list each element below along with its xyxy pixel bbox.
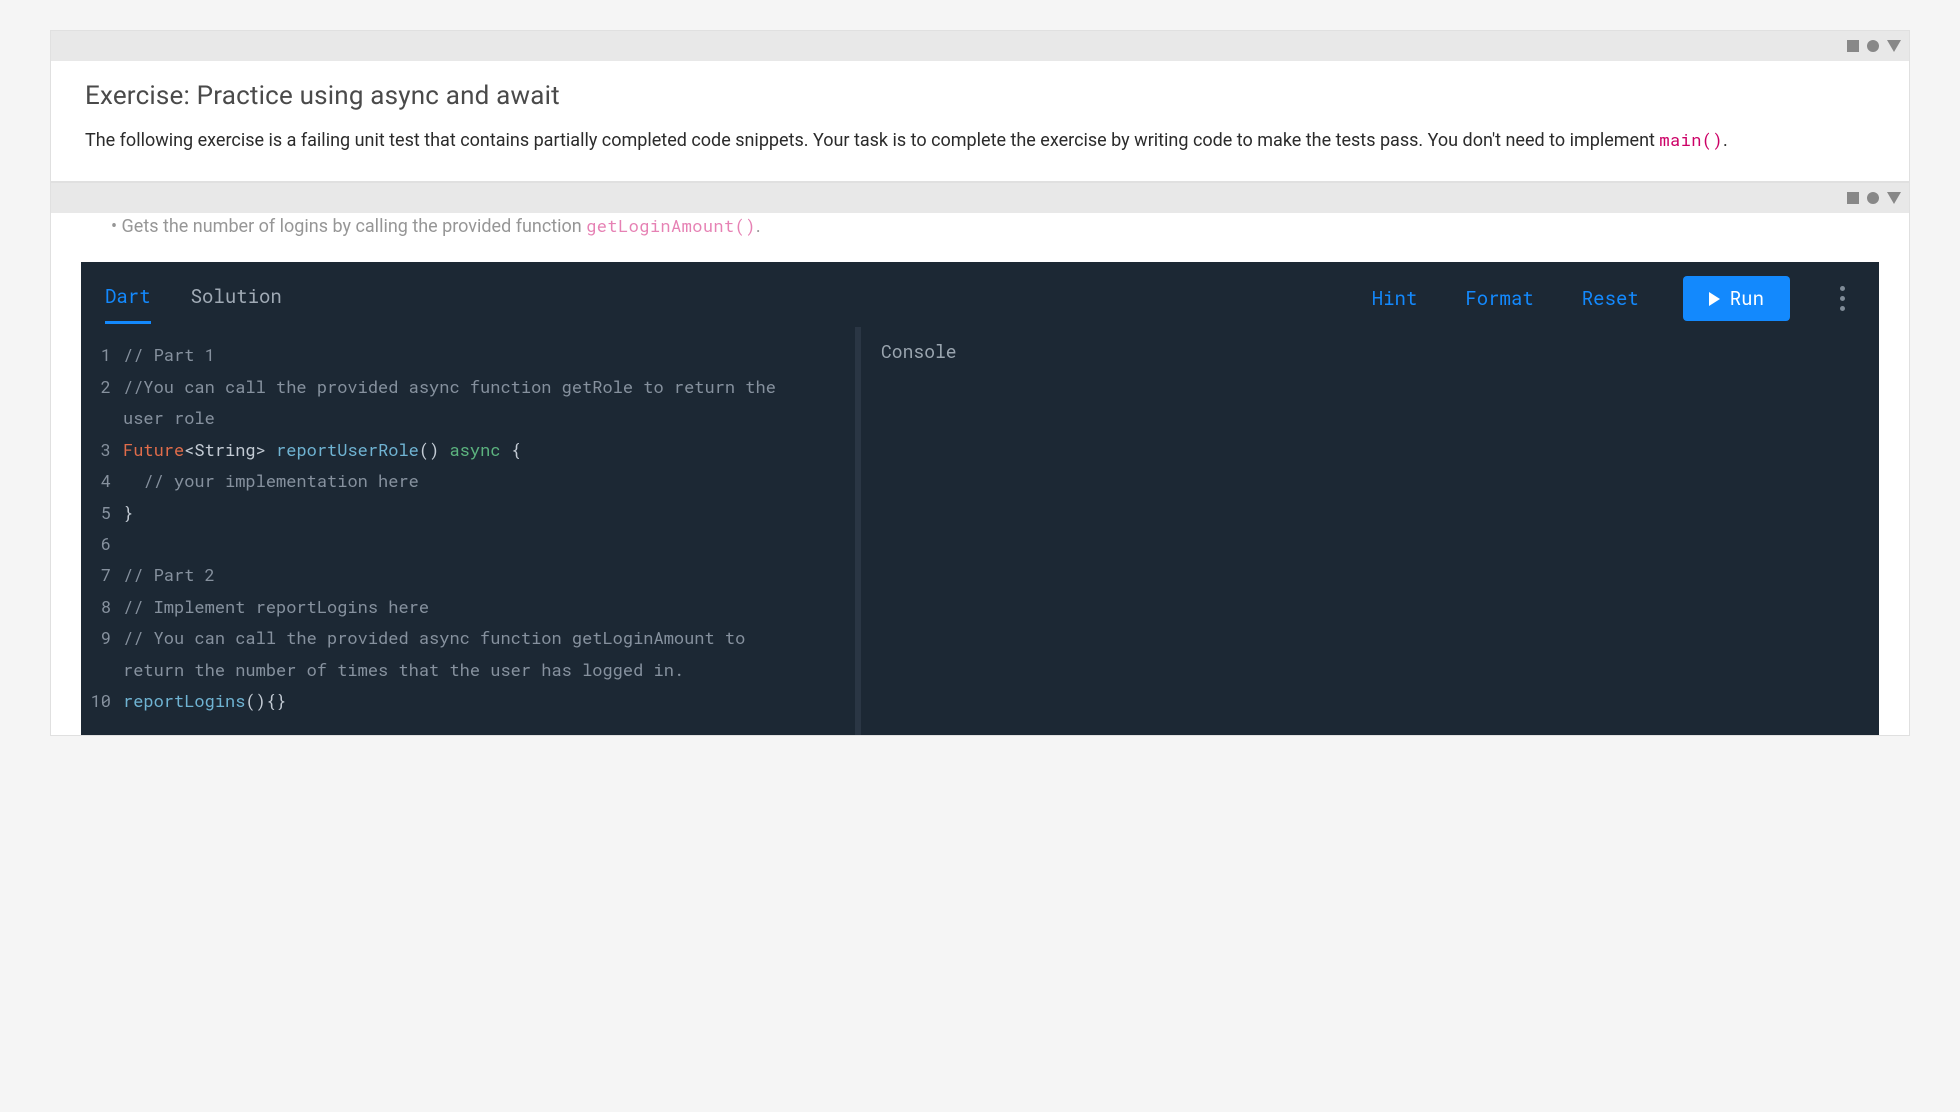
code-line[interactable]: 8// Implement reportLogins here <box>89 591 839 622</box>
partial-after: . <box>756 216 761 237</box>
triangle-down-icon[interactable] <box>1887 40 1901 52</box>
inline-code-getloginamount: getLoginAmount() <box>586 214 756 237</box>
code-line[interactable]: 2//You can call the provided async funct… <box>89 371 839 402</box>
line-number: 9 <box>89 622 121 653</box>
exercise-title: Exercise: Practice using async and await <box>85 81 1875 111</box>
panel-header <box>51 31 1909 61</box>
partial-instruction: • Gets the number of logins by calling t… <box>51 213 1909 256</box>
code-line-continuation[interactable]: user role <box>89 402 839 433</box>
line-number: 4 <box>89 465 121 496</box>
editor-body: 1// Part 12//You can call the provided a… <box>81 327 1879 734</box>
code-text[interactable]: // Part 1 <box>121 339 215 370</box>
hint-button[interactable]: Hint <box>1368 280 1422 317</box>
code-line[interactable]: 1// Part 1 <box>89 339 839 370</box>
triangle-down-icon[interactable] <box>1887 192 1901 204</box>
code-text[interactable]: // You can call the provided async funct… <box>121 622 745 653</box>
line-number: 6 <box>89 528 121 559</box>
code-editor: Dart Solution Hint Format Reset Run 1// … <box>81 262 1879 734</box>
editor-toolbar: Dart Solution Hint Format Reset Run <box>81 262 1879 327</box>
tab-dart[interactable]: Dart <box>105 276 151 324</box>
card-body: Exercise: Practice using async and await… <box>51 61 1909 181</box>
circle-icon[interactable] <box>1867 192 1879 204</box>
line-number: 2 <box>89 371 121 402</box>
code-pane[interactable]: 1// Part 12//You can call the provided a… <box>81 327 861 734</box>
code-line[interactable]: 5} <box>89 497 839 528</box>
circle-icon[interactable] <box>1867 40 1879 52</box>
console-pane: Console <box>861 327 1191 734</box>
editor-card: • Gets the number of logins by calling t… <box>50 182 1910 735</box>
code-text[interactable]: // Part 2 <box>121 559 215 590</box>
code-text[interactable]: //You can call the provided async functi… <box>121 371 776 402</box>
format-button[interactable]: Format <box>1461 280 1537 317</box>
code-line-continuation[interactable]: return the number of times that the user… <box>89 654 839 685</box>
line-number: 7 <box>89 559 121 590</box>
line-number: 3 <box>89 434 121 465</box>
code-line[interactable]: 9// You can call the provided async func… <box>89 622 839 653</box>
line-number: 10 <box>89 685 121 716</box>
code-line[interactable]: 4 // your implementation here <box>89 465 839 496</box>
tab-solution[interactable]: Solution <box>191 276 282 321</box>
line-number: 1 <box>89 339 121 370</box>
code-line[interactable]: 7// Part 2 <box>89 559 839 590</box>
console-label: Console <box>881 339 1171 363</box>
run-label: Run <box>1730 286 1764 311</box>
code-line[interactable]: 6 <box>89 528 839 559</box>
code-line[interactable]: 10reportLogins(){} <box>89 685 839 716</box>
desc-text-before: The following exercise is a failing unit… <box>85 130 1659 151</box>
code-text[interactable]: // your implementation here <box>121 465 419 496</box>
exercise-description: The following exercise is a failing unit… <box>85 125 1875 157</box>
code-text[interactable]: } <box>121 497 133 528</box>
square-icon[interactable] <box>1847 192 1859 204</box>
line-number: 5 <box>89 497 121 528</box>
square-icon[interactable] <box>1847 40 1859 52</box>
run-button[interactable]: Run <box>1683 276 1790 321</box>
line-number: 8 <box>89 591 121 622</box>
more-menu-icon[interactable] <box>1830 282 1855 315</box>
code-text[interactable]: reportLogins(){} <box>121 685 286 716</box>
desc-text-after: . <box>1723 130 1728 151</box>
code-line[interactable]: 3Future<String> reportUserRole() async { <box>89 434 839 465</box>
exercise-card: Exercise: Practice using async and await… <box>50 30 1910 182</box>
play-icon <box>1709 292 1720 306</box>
code-text[interactable]: Future<String> reportUserRole() async { <box>121 434 521 465</box>
reset-button[interactable]: Reset <box>1578 280 1643 317</box>
code-text[interactable] <box>121 528 123 559</box>
partial-before: Gets the number of logins by calling the… <box>117 216 586 237</box>
code-text[interactable]: // Implement reportLogins here <box>121 591 429 622</box>
inline-code-main: main() <box>1659 128 1723 151</box>
panel-header-2 <box>51 183 1909 213</box>
